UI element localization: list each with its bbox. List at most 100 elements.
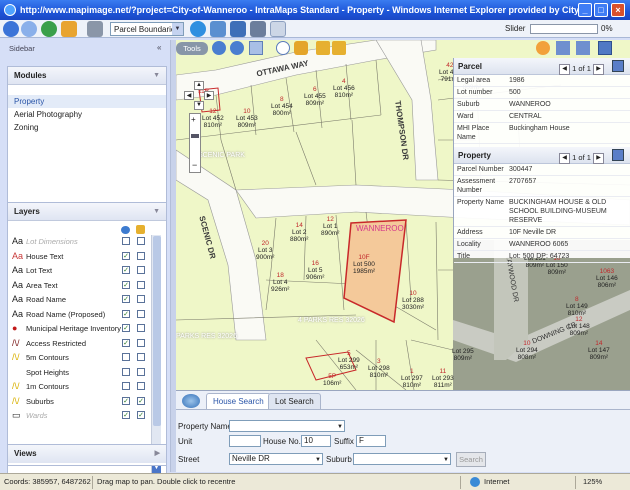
suburb-dropdown[interactable]: ▼ bbox=[438, 453, 451, 465]
pan-up-icon[interactable]: ▲ bbox=[194, 81, 204, 90]
zoom-slider-thumb[interactable] bbox=[191, 134, 199, 138]
pan-left-icon[interactable]: ◀ bbox=[184, 91, 194, 100]
lot-area: 806m² bbox=[597, 282, 617, 289]
layer-visible-checkbox[interactable]: ✓ bbox=[122, 324, 130, 332]
suffix-input[interactable]: F bbox=[356, 435, 386, 447]
info-icon[interactable] bbox=[210, 21, 226, 37]
pan-down-icon[interactable]: ▼ bbox=[194, 101, 204, 110]
layer-visible-checkbox[interactable]: ✓ bbox=[122, 295, 130, 303]
unit-input[interactable] bbox=[229, 435, 261, 447]
layer-active-checkbox[interactable] bbox=[137, 266, 145, 274]
lot-label: 14 Lot 147 809m² bbox=[588, 340, 610, 361]
prev-record-icon[interactable]: ◀ bbox=[559, 63, 571, 75]
refresh-icon[interactable] bbox=[41, 21, 57, 37]
next-record-icon[interactable]: ▶ bbox=[593, 152, 604, 164]
maximize-button[interactable]: □ bbox=[594, 3, 608, 17]
print-map-icon[interactable] bbox=[576, 41, 590, 55]
minimize-button[interactable]: _ bbox=[578, 3, 592, 17]
layer-active-checkbox[interactable] bbox=[137, 382, 145, 390]
next-record-icon[interactable]: ▶ bbox=[593, 63, 604, 75]
property-field-value: 2707657 bbox=[509, 178, 537, 185]
layer-visible-checkbox[interactable]: ✓ bbox=[122, 396, 130, 405]
layer-active-checkbox[interactable] bbox=[137, 251, 145, 260]
layer-visible-checkbox[interactable] bbox=[122, 382, 130, 390]
module-item-aerial-photography[interactable]: Aerial Photography bbox=[8, 108, 166, 121]
layer-visible-checkbox[interactable]: ✓ bbox=[122, 411, 130, 419]
layer-visible-checkbox[interactable]: ✓ bbox=[122, 309, 130, 318]
zoom-out-icon[interactable] bbox=[230, 41, 244, 55]
property-grid-icon[interactable] bbox=[612, 149, 624, 161]
help-icon[interactable] bbox=[270, 21, 286, 37]
module-item-property[interactable]: Property bbox=[8, 95, 166, 108]
sidebar-collapse-button[interactable]: « bbox=[157, 43, 161, 52]
layer-active-checkbox[interactable] bbox=[137, 367, 145, 376]
lot-lot: Lot 150 bbox=[546, 262, 568, 269]
property-row: Assessment Number 2707657 bbox=[454, 176, 630, 197]
email-icon[interactable] bbox=[230, 21, 246, 37]
measure-icon[interactable] bbox=[316, 41, 330, 55]
home-icon[interactable] bbox=[61, 21, 77, 37]
report-icon[interactable] bbox=[250, 21, 266, 37]
layer-active-checkbox[interactable] bbox=[137, 324, 145, 332]
forward-icon[interactable] bbox=[21, 21, 37, 37]
property-name-select[interactable]: ▼ bbox=[229, 420, 345, 432]
suburb-input[interactable] bbox=[353, 453, 451, 465]
refresh-map-icon[interactable] bbox=[190, 21, 206, 37]
layer-active-checkbox[interactable]: ✓ bbox=[137, 411, 145, 419]
layer-active-checkbox[interactable] bbox=[137, 237, 145, 245]
views-header[interactable]: Views ▶ bbox=[8, 445, 166, 463]
house-no-label: House No. bbox=[263, 437, 301, 446]
layer-visible-checkbox[interactable]: ✓ bbox=[122, 280, 130, 289]
layer-label: Road Name bbox=[26, 295, 67, 304]
grid-view-icon[interactable] bbox=[598, 41, 612, 55]
lot-label: Lot 295 809m² bbox=[452, 348, 474, 362]
back-icon[interactable] bbox=[3, 21, 19, 37]
search-button[interactable]: Search bbox=[456, 452, 486, 467]
status-zoom[interactable]: 125% bbox=[583, 474, 602, 490]
property-pager: ◀ 1 of 1 ▶ bbox=[559, 149, 604, 166]
export-icon[interactable] bbox=[556, 41, 570, 55]
layer-active-checkbox[interactable] bbox=[137, 309, 145, 318]
layer-active-checkbox[interactable] bbox=[137, 353, 145, 361]
property-field-value: WANNEROO 6065 bbox=[509, 241, 569, 248]
layer-visible-checkbox[interactable] bbox=[122, 353, 130, 361]
clear-selection-icon[interactable] bbox=[536, 41, 550, 55]
layer-active-checkbox[interactable] bbox=[137, 280, 145, 289]
modules-header[interactable]: Modules ▼ bbox=[8, 67, 166, 85]
close-button[interactable]: × bbox=[611, 3, 625, 17]
layer-active-checkbox[interactable] bbox=[137, 338, 145, 347]
layer-select[interactable]: Parcel Boundaries ▼ bbox=[110, 22, 184, 36]
zoom-minus-icon[interactable]: − bbox=[192, 160, 197, 170]
layer-active-checkbox[interactable] bbox=[137, 295, 145, 303]
lot-label: 1 Lot 297 810m² bbox=[401, 368, 423, 389]
layer-visible-checkbox[interactable] bbox=[122, 237, 130, 245]
tools-button[interactable]: Tools bbox=[176, 42, 208, 55]
prev-record-icon[interactable]: ◀ bbox=[559, 152, 571, 164]
zoom-in-icon[interactable] bbox=[212, 41, 226, 55]
layer-visible-checkbox[interactable]: ✓ bbox=[122, 338, 130, 347]
parcel-grid-icon[interactable] bbox=[612, 60, 624, 72]
tab-house-search[interactable]: House Search bbox=[206, 393, 271, 409]
opacity-slider[interactable] bbox=[530, 24, 598, 34]
zoom-plus-icon[interactable]: + bbox=[191, 115, 196, 124]
lot-lot: Lot 1 bbox=[322, 223, 338, 230]
globe-icon[interactable] bbox=[182, 394, 200, 408]
pan-icon[interactable] bbox=[249, 41, 263, 55]
tab-lot-search[interactable]: Lot Search bbox=[268, 393, 321, 409]
select-icon[interactable] bbox=[294, 41, 308, 55]
zoom-extent-icon[interactable] bbox=[276, 41, 290, 55]
layer-visible-checkbox[interactable]: ✓ bbox=[122, 251, 130, 260]
layer-visible-checkbox[interactable]: ✓ bbox=[122, 266, 130, 274]
street-select[interactable]: Neville DR ▼ bbox=[229, 453, 323, 465]
layer-active-checkbox[interactable]: ✓ bbox=[137, 396, 145, 405]
module-item-zoning[interactable]: Zoning bbox=[8, 121, 166, 134]
lot-label: 10 Lot 453 809m² bbox=[236, 108, 258, 129]
zoom-slider[interactable]: + − bbox=[189, 113, 201, 173]
print-icon[interactable] bbox=[87, 21, 103, 37]
pan-right-icon[interactable]: ▶ bbox=[204, 91, 214, 100]
layers-header[interactable]: Layers ▼ bbox=[8, 203, 166, 221]
house-no-input[interactable]: 10 bbox=[301, 435, 331, 447]
lot-area: 809m² bbox=[525, 262, 545, 269]
layer-visible-checkbox[interactable] bbox=[122, 367, 130, 376]
lot-lot: Lot 3 bbox=[257, 247, 273, 254]
